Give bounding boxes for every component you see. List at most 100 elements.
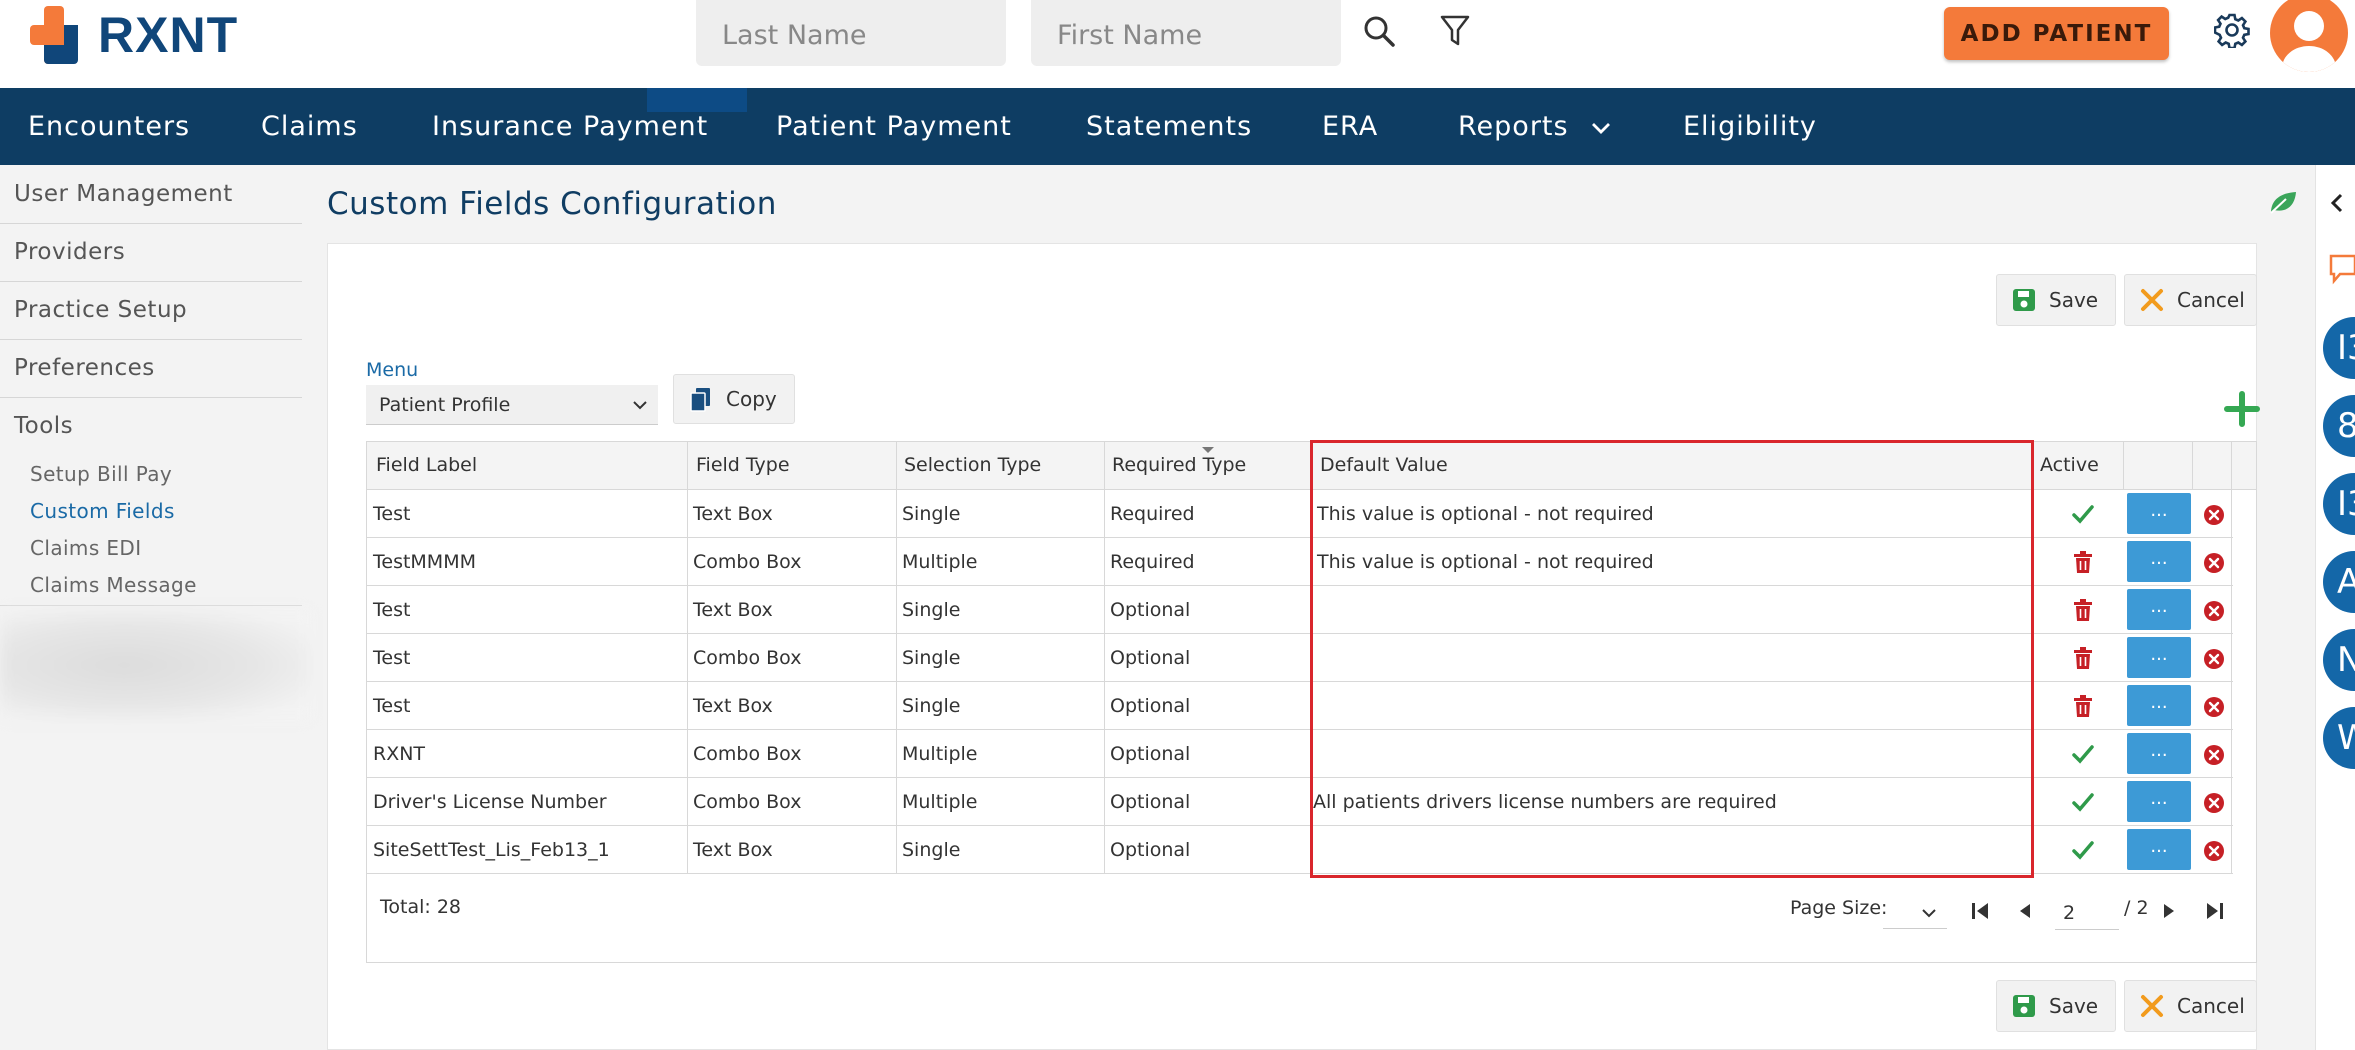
cell-field-type: Text Box: [693, 695, 773, 717]
menu-select-value: Patient Profile: [379, 394, 511, 416]
cell-required-type: Optional: [1110, 647, 1191, 669]
cell-field-label: Driver's License Number: [373, 791, 607, 813]
page-number-input[interactable]: 2: [2055, 894, 2119, 930]
menu-label: Menu: [366, 359, 419, 381]
save-icon: [2013, 289, 2035, 311]
prev-page-icon[interactable]: [2014, 900, 2036, 922]
trash-icon[interactable]: [2071, 598, 2095, 622]
page-total: / 2: [2124, 897, 2149, 919]
user-avatar[interactable]: [2270, 0, 2348, 72]
save-button-top[interactable]: Save: [1996, 274, 2116, 326]
nav-eligibility[interactable]: Eligibility: [1683, 88, 1817, 165]
row-options-button[interactable]: ...: [2127, 829, 2191, 870]
row-options-button[interactable]: ...: [2127, 781, 2191, 822]
logo-cross-icon: [30, 6, 88, 64]
remove-circle-icon[interactable]: [2203, 696, 2225, 718]
nav-statements[interactable]: Statements: [1086, 88, 1252, 165]
filter-icon[interactable]: [1440, 14, 1470, 48]
logo-text: RXNT: [98, 7, 239, 63]
last-name-input[interactable]: Last Name: [696, 0, 1006, 66]
cell-field-label: TestMMMM: [373, 551, 476, 573]
trash-icon[interactable]: [2071, 550, 2095, 574]
add-patient-button[interactable]: ADD PATIENT: [1944, 7, 2169, 60]
chevron-left-icon[interactable]: [2330, 193, 2344, 213]
rxnt-logo[interactable]: RXNT: [30, 4, 238, 66]
remove-circle-icon[interactable]: [2203, 840, 2225, 862]
copy-button[interactable]: Copy: [673, 374, 795, 424]
col-header-field-type[interactable]: Field Type: [696, 454, 790, 476]
row-options-button[interactable]: ...: [2127, 637, 2191, 678]
first-name-input[interactable]: First Name: [1031, 0, 1341, 66]
page-size-label: Page Size:: [1790, 897, 1888, 919]
cell-field-type: Combo Box: [693, 647, 802, 669]
sidebar-item-user-management[interactable]: User Management: [14, 181, 300, 207]
nav-encounters[interactable]: Encounters: [28, 88, 190, 165]
trash-icon[interactable]: [2071, 646, 2095, 670]
row-options-button[interactable]: ...: [2127, 733, 2191, 774]
col-header-required-type[interactable]: Required Type: [1112, 454, 1246, 476]
col-header-field-label[interactable]: Field Label: [376, 454, 477, 476]
row-options-button[interactable]: ...: [2127, 541, 2191, 582]
page-title: Custom Fields Configuration: [327, 186, 777, 222]
sidebar-item-tools[interactable]: Tools: [14, 413, 300, 439]
cell-field-label: Test: [373, 695, 411, 717]
remove-circle-icon[interactable]: [2203, 552, 2225, 574]
cell-selection-type: Single: [902, 503, 961, 525]
save-button-bottom[interactable]: Save: [1996, 980, 2116, 1032]
remove-circle-icon[interactable]: [2203, 792, 2225, 814]
chevron-down-icon: [1922, 909, 1936, 918]
chat-icon[interactable]: [2328, 253, 2355, 285]
col-header-active[interactable]: Active: [2040, 454, 2099, 476]
cell-selection-type: Single: [902, 839, 961, 861]
add-plus-icon[interactable]: [2224, 391, 2260, 427]
sidebar-item-practice-setup[interactable]: Practice Setup: [14, 297, 300, 323]
sidebar-item-providers[interactable]: Providers: [14, 239, 300, 265]
cell-field-type: Combo Box: [693, 743, 802, 765]
search-icon[interactable]: [1362, 14, 1396, 48]
chevron-down-icon: [633, 401, 647, 410]
cell-field-label: RXNT: [373, 743, 426, 765]
cancel-x-icon: [2141, 289, 2163, 311]
active-check-icon: [2072, 745, 2094, 764]
cancel-button-top[interactable]: Cancel: [2124, 274, 2257, 326]
cell-required-type: Optional: [1110, 599, 1191, 621]
sidebar-sub-setup-bill-pay[interactable]: Setup Bill Pay: [30, 462, 172, 486]
nav-active-indicator: [647, 88, 747, 112]
nav-reports[interactable]: Reports: [1458, 88, 1612, 165]
main-nav: Encounters Claims Insurance Payment Pati…: [0, 88, 2355, 165]
nav-patient-payment[interactable]: Patient Payment: [776, 88, 1012, 165]
sidebar-sub-claims-edi[interactable]: Claims EDI: [30, 536, 142, 560]
save-button-label: Save: [2049, 994, 2099, 1018]
cell-selection-type: Single: [902, 695, 961, 717]
remove-circle-icon[interactable]: [2203, 504, 2225, 526]
remove-circle-icon[interactable]: [2203, 648, 2225, 670]
copy-icon: [690, 388, 710, 412]
cell-required-type: Optional: [1110, 743, 1191, 765]
row-options-button[interactable]: ...: [2127, 685, 2191, 726]
cancel-button-label: Cancel: [2177, 994, 2245, 1018]
last-page-icon[interactable]: [2204, 900, 2226, 922]
sidebar-sub-claims-message[interactable]: Claims Message: [30, 573, 197, 597]
cell-required-type: Optional: [1110, 695, 1191, 717]
cell-field-label: SiteSettTest_Lis_Feb13_1: [373, 839, 610, 861]
nav-claims[interactable]: Claims: [261, 88, 358, 165]
sidebar-sub-custom-fields[interactable]: Custom Fields: [30, 499, 175, 523]
first-page-icon[interactable]: [1969, 900, 1991, 922]
col-header-selection-type[interactable]: Selection Type: [904, 454, 1041, 476]
nav-era[interactable]: ERA: [1322, 88, 1378, 165]
menu-select[interactable]: Patient Profile: [366, 385, 658, 425]
row-options-button[interactable]: ...: [2127, 493, 2191, 534]
next-page-icon[interactable]: [2158, 900, 2180, 922]
cell-selection-type: Multiple: [902, 551, 978, 573]
page-size-select[interactable]: [1883, 893, 1947, 929]
trash-icon[interactable]: [2071, 694, 2095, 718]
gear-icon[interactable]: [2214, 12, 2250, 48]
remove-circle-icon[interactable]: [2203, 600, 2225, 622]
row-options-button[interactable]: ...: [2127, 589, 2191, 630]
remove-circle-icon[interactable]: [2203, 744, 2225, 766]
cancel-button-bottom[interactable]: Cancel: [2124, 980, 2257, 1032]
user-avatar-icon: [2282, 11, 2336, 72]
cell-selection-type: Multiple: [902, 791, 978, 813]
save-button-label: Save: [2049, 288, 2099, 312]
sidebar-item-preferences[interactable]: Preferences: [14, 355, 300, 381]
